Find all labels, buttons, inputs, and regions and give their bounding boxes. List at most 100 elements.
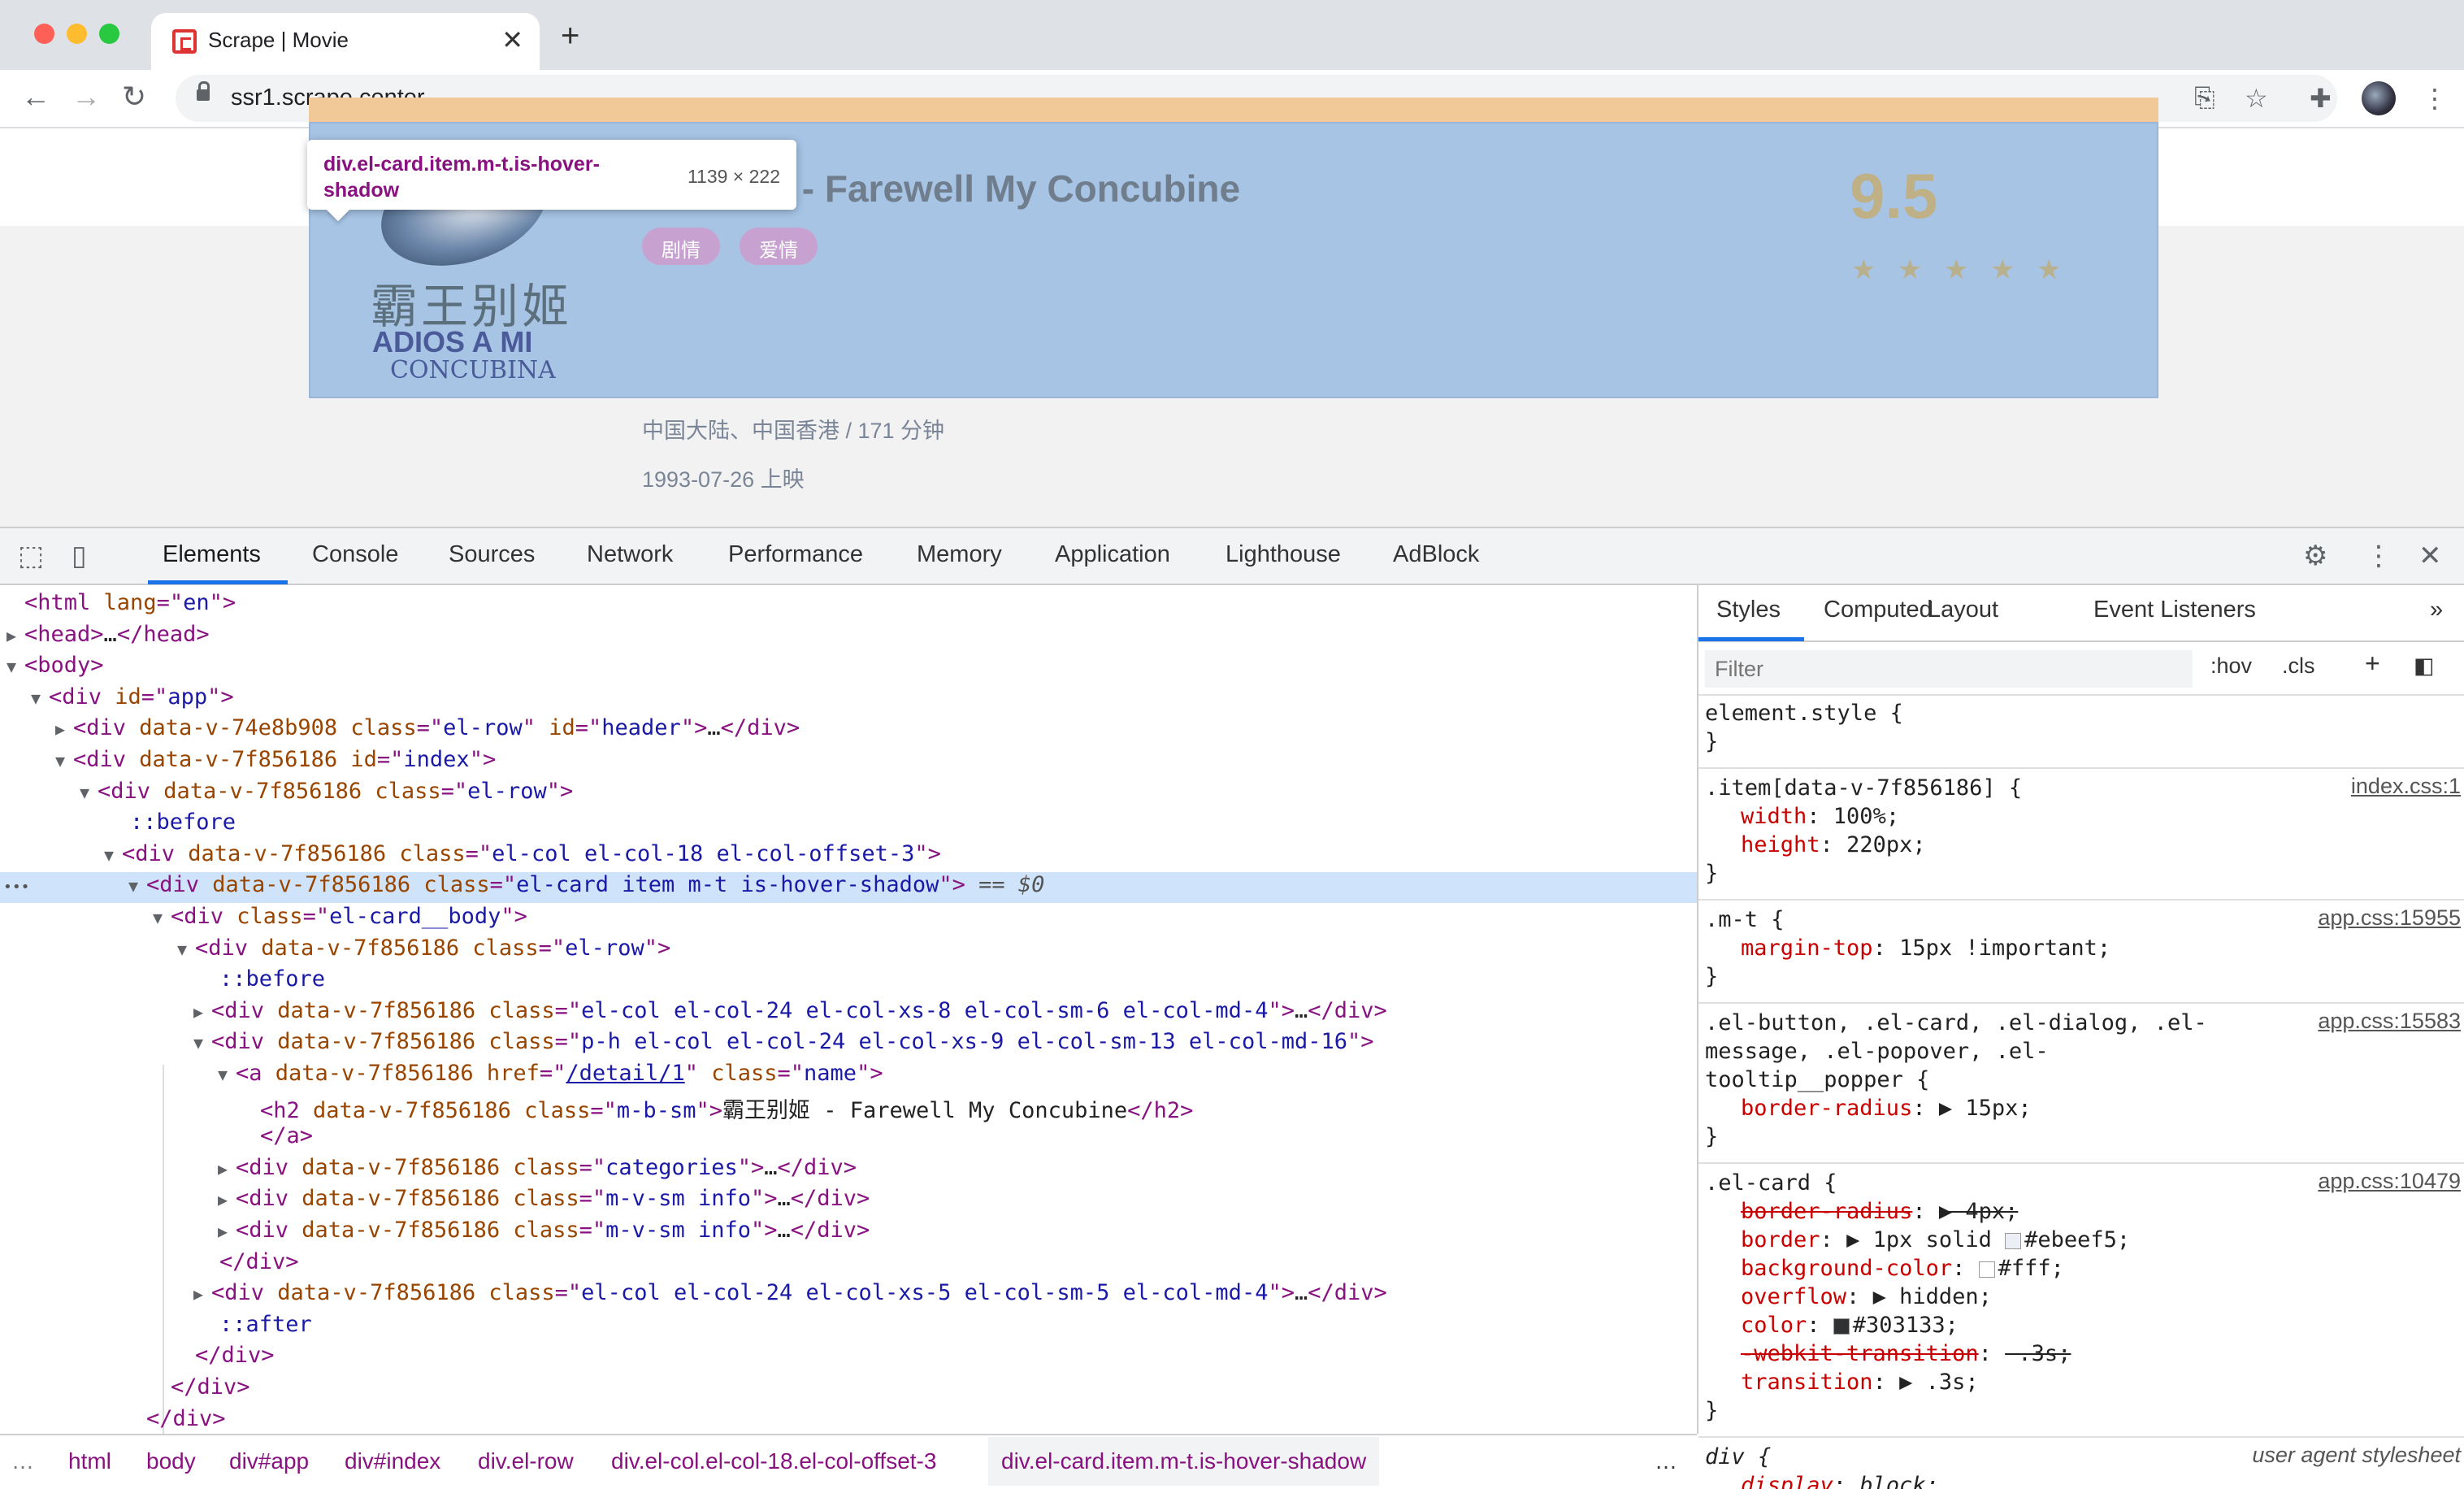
css-declaration[interactable]: -webkit-transition: .3s;	[1705, 1339, 2461, 1368]
css-declaration[interactable]: margin-top: 15px !important;	[1705, 934, 2461, 962]
selected-dom-node[interactable]: ▼ <div data-v-7f856186 class="el-card ite…	[0, 872, 1697, 904]
breadcrumb-item[interactable]: div.el-col.el-col-18.el-col-offset-3	[611, 1448, 936, 1474]
css-value[interactable]: ▶ 1px solid	[1846, 1227, 2005, 1252]
bookmark-star-icon[interactable]: ☆	[2245, 83, 2268, 114]
minimize-window-button[interactable]	[67, 24, 87, 44]
dom-node[interactable]: </div>	[0, 1249, 1697, 1280]
css-declaration[interactable]: width: 100%;	[1705, 802, 2461, 831]
styles-tab-layout[interactable]: Layout	[1928, 597, 1998, 623]
css-declaration[interactable]: overflow: ▶ hidden;	[1705, 1283, 2461, 1311]
breadcrumb-item[interactable]: div.el-card.item.m-t.is-hover-shadow	[988, 1437, 1380, 1486]
rule-source-link[interactable]: app.css:15955	[2318, 905, 2461, 931]
css-property[interactable]: overflow	[1741, 1284, 1846, 1309]
color-swatch[interactable]	[1833, 1318, 1850, 1335]
css-declaration[interactable]: display: block;	[1705, 1471, 2461, 1489]
tab-sources[interactable]: Sources	[449, 541, 535, 568]
dom-node[interactable]: ▼ <div data-v-7f856186 class="p-h el-col …	[0, 1029, 1697, 1060]
css-declaration[interactable]: border-radius: ▶ 4px;	[1705, 1197, 2461, 1226]
collapse-arrow-icon[interactable]: ▼	[104, 845, 122, 865]
css-declaration[interactable]: border: ▶ 1px solid #ebeef5;	[1705, 1226, 2461, 1254]
dom-node[interactable]: ▼ <div data-v-7f856186 id="index">	[0, 747, 1697, 778]
tab-performance[interactable]: Performance	[728, 541, 863, 568]
dom-node[interactable]: <html lang="en">	[0, 590, 1697, 621]
css-declaration[interactable]: transition: ▶ .3s;	[1705, 1368, 2461, 1396]
collapse-arrow-icon[interactable]: ▼	[193, 1033, 211, 1053]
css-color-value[interactable]: #ebeef5;	[2024, 1227, 2130, 1252]
css-value[interactable]: block;	[1859, 1473, 1939, 1489]
expand-arrow-icon[interactable]: ▶	[218, 1222, 236, 1241]
dom-node[interactable]: </div>	[0, 1343, 1697, 1374]
rule-source-link[interactable]: app.css:10479	[2318, 1169, 2461, 1194]
css-declaration[interactable]: height: 220px;	[1705, 831, 2461, 859]
category-tag[interactable]: 剧情	[642, 228, 720, 265]
tab-close-icon[interactable]: ✕	[501, 24, 523, 55]
browser-tab[interactable]: Scrape | Movie ✕	[151, 13, 540, 70]
dom-node[interactable]: ▶ <div data-v-7f856186 class="el-col el-c…	[0, 998, 1697, 1029]
lock-icon[interactable]	[197, 81, 210, 101]
tab-application[interactable]: Application	[1055, 541, 1170, 568]
color-swatch[interactable]	[2005, 1232, 2022, 1249]
dom-node[interactable]: ▼ <div data-v-7f856186 class="el-row">	[0, 779, 1697, 810]
breadcrumb-item[interactable]: body	[146, 1448, 196, 1474]
css-property[interactable]: height	[1741, 832, 1820, 857]
rule-source-link[interactable]: app.css:15583	[2318, 1009, 2461, 1034]
forward-arrow-icon[interactable]: →	[72, 80, 101, 114]
css-property[interactable]: border	[1741, 1227, 1820, 1252]
css-value[interactable]: ▶ 15px;	[1939, 1096, 2032, 1121]
collapse-arrow-icon[interactable]: ▼	[80, 783, 98, 802]
toggle-sidebar-icon[interactable]: ◧	[2414, 653, 2435, 679]
css-value[interactable]: 220px;	[1846, 832, 1926, 857]
css-property[interactable]: border-radius	[1741, 1096, 1912, 1121]
tab-console[interactable]: Console	[312, 541, 398, 568]
expand-arrow-icon[interactable]: ▶	[55, 719, 73, 739]
dom-node[interactable]: <h2 data-v-7f856186 class="m-b-sm">霸王别姬 …	[0, 1092, 1697, 1123]
dom-token[interactable]: /detail/1	[566, 1061, 684, 1086]
expand-arrow-icon[interactable]: ▶	[7, 626, 24, 645]
collapse-arrow-icon[interactable]: ▼	[177, 940, 195, 959]
dom-node[interactable]: ▶ <div data-v-7f856186 class="m-v-sm info…	[0, 1186, 1697, 1217]
tab-memory[interactable]: Memory	[917, 541, 1002, 568]
dom-node[interactable]: ▶ <head>…</head>	[0, 622, 1697, 653]
more-options-icon[interactable]: ⋮	[2365, 540, 2392, 572]
back-arrow-icon[interactable]: ←	[21, 80, 50, 114]
dom-node[interactable]: ▼ <div data-v-7f856186 class="el-col el-c…	[0, 841, 1697, 872]
cls-button[interactable]: .cls	[2282, 653, 2315, 679]
css-value[interactable]: ▶ hidden;	[1873, 1284, 1992, 1309]
styles-filter-input[interactable]	[1705, 650, 2193, 688]
dom-node[interactable]: ::before	[0, 810, 1697, 840]
close-window-button[interactable]	[34, 24, 54, 44]
expand-arrow-icon[interactable]: ▶	[218, 1159, 236, 1179]
browser-menu-icon[interactable]: ⋮	[2422, 83, 2448, 114]
breadcrumb-more-icon[interactable]: …	[1655, 1448, 1677, 1474]
selected-node-dots-icon[interactable]: •••	[3, 872, 30, 903]
rule-source-link[interactable]: index.css:1	[2351, 774, 2461, 799]
dom-node[interactable]: ▼ <body>	[0, 653, 1697, 684]
collapse-arrow-icon[interactable]: ▼	[128, 876, 146, 896]
css-color-value[interactable]: #fff;	[1998, 1256, 2064, 1281]
css-property[interactable]: margin-top	[1741, 936, 1873, 961]
new-tab-button[interactable]: +	[561, 18, 579, 54]
color-swatch[interactable]	[1978, 1261, 1995, 1278]
dom-node[interactable]: </div>	[0, 1406, 1697, 1434]
css-declaration[interactable]: color: #303133;	[1705, 1311, 2461, 1339]
dom-node[interactable]: ::before	[0, 966, 1697, 997]
dom-node[interactable]: ▶ <div data-v-7f856186 class="el-col el-c…	[0, 1280, 1697, 1311]
device-toolbar-icon[interactable]: ▯	[72, 540, 87, 572]
tab-adblock[interactable]: AdBlock	[1393, 541, 1479, 568]
tab-lighthouse[interactable]: Lighthouse	[1225, 541, 1341, 568]
extensions-puzzle-icon[interactable]: ✚	[2310, 83, 2332, 114]
collapse-arrow-icon[interactable]: ▼	[31, 688, 49, 708]
breadcrumb-item[interactable]: html	[68, 1448, 111, 1474]
reload-icon[interactable]: ↻	[122, 80, 146, 114]
category-tag[interactable]: 爱情	[740, 228, 818, 265]
new-rule-icon[interactable]: +	[2365, 649, 2380, 679]
dom-node[interactable]: ▼ <div class="el-card__body">	[0, 904, 1697, 935]
expand-arrow-icon[interactable]: ▶	[193, 1002, 211, 1022]
dom-node[interactable]: ▶ <div data-v-74e8b908 class="el-row" id=…	[0, 715, 1697, 746]
dom-node[interactable]: ▼ <div id="app">	[0, 684, 1697, 715]
dom-node[interactable]: ▶ <div data-v-7f856186 class="m-v-sm info…	[0, 1218, 1697, 1248]
breadcrumb-item[interactable]: div#index	[345, 1448, 440, 1474]
breadcrumb-item[interactable]: div#app	[229, 1448, 309, 1474]
css-property[interactable]: background-color	[1741, 1256, 1952, 1281]
css-declaration[interactable]: background-color: #fff;	[1705, 1254, 2461, 1283]
